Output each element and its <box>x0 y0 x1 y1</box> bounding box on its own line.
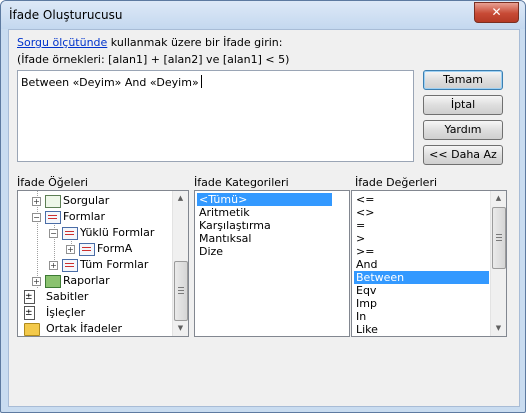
value-item[interactable]: And <box>354 258 377 271</box>
instruction-line-1: Sorgu ölçütünde kullanmak üzere bir İfad… <box>17 36 282 49</box>
dialog-body: Sorgu ölçütünde kullanmak üzere bir İfad… <box>8 29 520 407</box>
tree-item-label: Formlar <box>63 210 106 223</box>
form-icon <box>79 243 95 256</box>
categories-label: İfade Kategorileri <box>194 176 289 189</box>
common-expressions-icon <box>24 323 40 336</box>
tree-item-label: İşleçler <box>46 306 86 319</box>
collapse-icon[interactable]: − <box>49 229 58 238</box>
tree-item-label: Raporlar <box>63 274 110 287</box>
tree-item-label: Yüklü Formlar <box>80 226 155 239</box>
scroll-down-arrow-icon[interactable]: ▼ <box>491 321 506 336</box>
grip-line <box>178 290 184 291</box>
form-icon <box>45 211 61 224</box>
scroll-thumb[interactable] <box>174 261 188 321</box>
categories-list[interactable]: <Tümü> Aritmetik Karşılaştırma Mantıksal… <box>194 190 350 337</box>
value-item[interactable]: >= <box>354 245 374 258</box>
expand-icon[interactable]: + <box>49 261 58 270</box>
close-button[interactable]: ✕ <box>474 2 519 23</box>
form-icon <box>62 259 78 272</box>
elements-label: İfade Öğeleri <box>17 176 88 189</box>
tree-item-label: Tüm Formlar <box>80 258 149 271</box>
constants-icon <box>24 289 35 305</box>
grip-line <box>496 240 502 241</box>
less-button[interactable]: << Daha Az <box>423 145 503 165</box>
collapse-icon[interactable]: − <box>32 213 41 222</box>
elements-tree[interactable]: + Sorgular − Formlar − Yüklü Formlar + F… <box>17 190 189 337</box>
tree-item-label: Ortak İfadeler <box>46 322 123 335</box>
value-item[interactable]: <> <box>354 206 374 219</box>
value-item[interactable]: In <box>354 310 366 323</box>
help-button[interactable]: Yardım <box>423 120 503 140</box>
tree-item-label: Sabitler <box>46 290 89 303</box>
grip-line <box>178 293 184 294</box>
expression-builder-window: İfade Oluşturucusu ✕ Sorgu ölçütünde kul… <box>0 0 526 413</box>
form-icon <box>62 227 78 240</box>
values-label: İfade Değerleri <box>355 176 438 189</box>
instruction-examples: (İfade örnekleri: [alan1] + [alan2] ve [… <box>17 53 290 66</box>
category-item[interactable]: Aritmetik <box>197 206 250 219</box>
value-item[interactable]: > <box>354 232 365 245</box>
expand-icon[interactable]: + <box>32 197 41 206</box>
query-icon <box>45 195 61 208</box>
value-item[interactable]: <= <box>354 193 374 206</box>
grip-line <box>496 234 502 235</box>
expression-text-container: Between «Deyim» And «Deyim» <box>21 75 202 89</box>
expand-icon[interactable]: + <box>66 245 75 254</box>
operators-icon <box>24 305 35 321</box>
grip-line <box>178 287 184 288</box>
scroll-up-arrow-icon[interactable]: ▲ <box>491 191 506 206</box>
query-criteria-link[interactable]: Sorgu ölçütünde <box>17 36 107 49</box>
elements-scrollbar[interactable]: ▲ ▼ <box>172 191 188 336</box>
window-title: İfade Oluşturucusu <box>9 8 123 22</box>
instruction-text: kullanmak üzere bir İfade girin: <box>107 36 283 49</box>
expression-text: Between «Deyim» And «Deyim» <box>21 76 199 89</box>
category-item[interactable]: Mantıksal <box>197 232 251 245</box>
report-icon <box>45 275 61 288</box>
value-item[interactable]: Like <box>354 323 378 336</box>
value-item[interactable]: = <box>354 219 365 232</box>
ok-button[interactable]: Tamam <box>423 70 503 90</box>
grip-line <box>496 237 502 238</box>
expression-editor[interactable]: Between «Deyim» And «Deyim» <box>17 70 414 162</box>
scroll-thumb[interactable] <box>492 207 506 269</box>
tree-item-label: Sorgular <box>63 194 110 207</box>
cancel-button[interactable]: İptal <box>423 95 503 115</box>
tree-item-label: FormA <box>97 242 133 255</box>
title-bar[interactable]: İfade Oluşturucusu ✕ <box>1 1 525 29</box>
values-list[interactable]: <= <> = > >= And Between Eqv Imp In Like… <box>351 190 507 337</box>
value-item[interactable]: Imp <box>354 297 377 310</box>
value-item[interactable]: Between <box>354 271 489 284</box>
value-item[interactable]: Eqv <box>354 284 376 297</box>
scroll-down-arrow-icon[interactable]: ▼ <box>173 321 188 336</box>
expand-icon[interactable]: + <box>32 277 41 286</box>
values-scrollbar[interactable]: ▲ ▼ <box>490 191 506 336</box>
text-caret <box>200 75 202 88</box>
category-item[interactable]: Karşılaştırma <box>197 219 271 232</box>
category-item[interactable]: <Tümü> <box>197 193 332 206</box>
category-item[interactable]: Dize <box>197 245 223 258</box>
scroll-up-arrow-icon[interactable]: ▲ <box>173 191 188 206</box>
